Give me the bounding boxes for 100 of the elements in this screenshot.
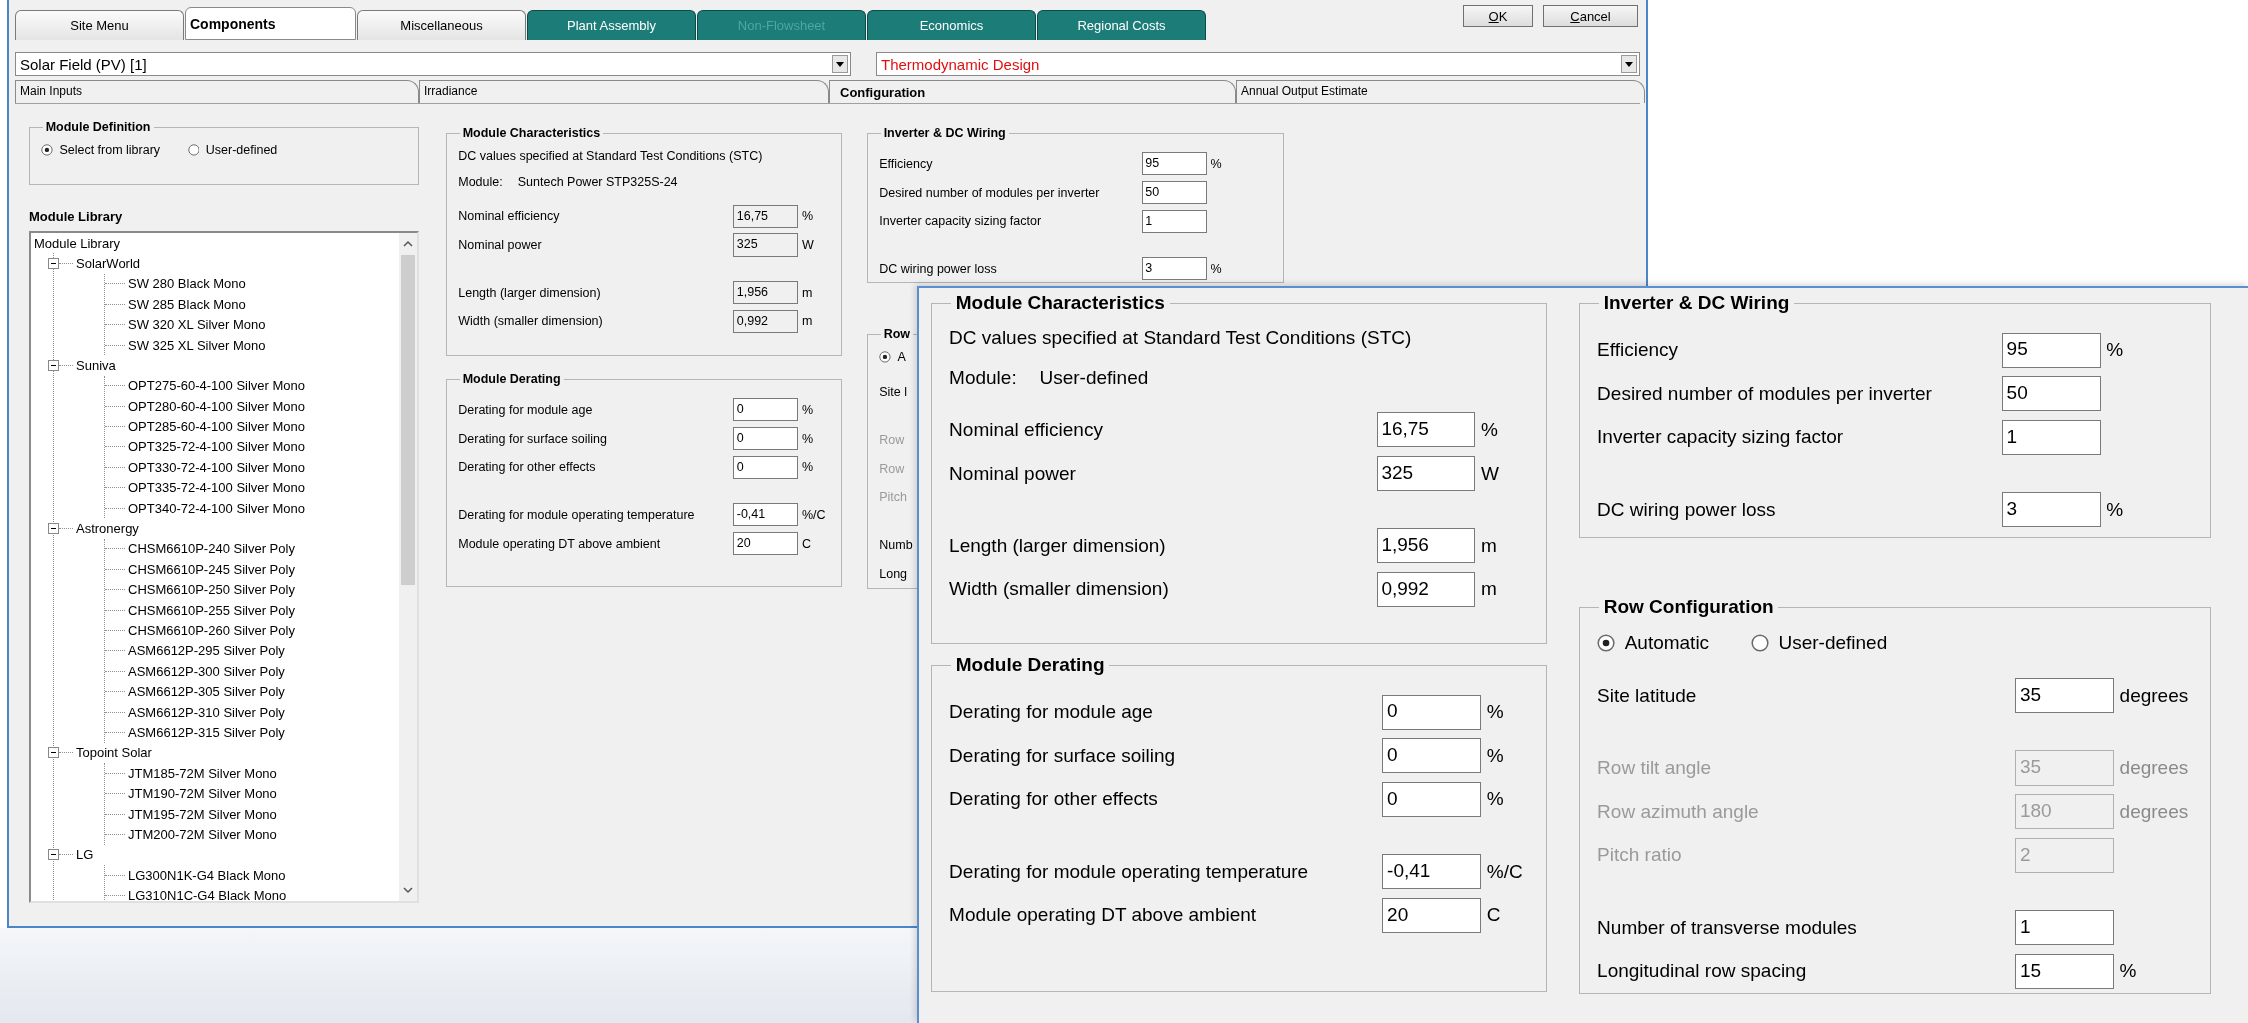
tree-view[interactable] (29, 230, 419, 903)
menu-tab[interactable]: Regional Costs (1037, 10, 1206, 40)
sub-tab[interactable]: Irradiance (419, 80, 829, 103)
tree-item[interactable]: JTM200-72M Silver Mono (128, 826, 277, 842)
tree-item[interactable]: Astronergy (76, 521, 139, 537)
tree-item[interactable]: CHSM6610P-260 Silver Poly (128, 623, 295, 638)
input-field[interactable]: 1 (2001, 419, 2101, 455)
radio-option[interactable]: A (879, 350, 906, 365)
tree-item[interactable]: JTM195-72M Silver Mono (128, 806, 277, 822)
input-field[interactable]: 0,992 (733, 309, 799, 333)
input-field[interactable]: 1 (1141, 209, 1207, 233)
dialog-button[interactable]: OK (1463, 5, 1533, 27)
input-field[interactable]: 0 (1382, 738, 1482, 774)
collapse-icon[interactable] (48, 359, 59, 371)
group-title: Row Configuration (1602, 596, 1775, 618)
dialog-button[interactable]: Cancel (1543, 5, 1638, 27)
menu-tab[interactable]: Site Menu (15, 10, 184, 40)
field-label: Number of transverse modules (1597, 916, 1857, 939)
input-field[interactable]: 0 (733, 426, 799, 451)
input-field[interactable]: 0,992 (1376, 571, 1476, 607)
tree-item[interactable]: OPT325-72-4-100 Silver Mono (128, 439, 306, 455)
field-label: Module operating DT above ambient (458, 536, 661, 551)
radio-option[interactable]: User-defined (1750, 631, 1888, 654)
component-dropdown[interactable]: Solar Field (PV) [1] (15, 52, 851, 76)
input-field[interactable]: 20 (733, 531, 799, 556)
radio-option[interactable]: Select from library (41, 143, 161, 158)
tree-item[interactable]: OPT275-60-4-100 Silver Mono (128, 378, 306, 394)
tree-item[interactable]: Topoint Solar (76, 745, 152, 761)
scroll-down-icon[interactable] (402, 886, 414, 894)
input-field[interactable]: 16,75 (733, 204, 799, 228)
radio-option[interactable]: Automatic (1597, 631, 1710, 654)
tree-item[interactable]: ASM6612P-295 Silver Poly (128, 643, 285, 659)
tree-item[interactable]: ASM6612P-300 Silver Poly (128, 663, 285, 679)
scrollbar[interactable] (399, 232, 417, 901)
sub-tab[interactable]: Annual Output Estimate (1236, 80, 1645, 103)
input-field[interactable]: 1,956 (1376, 528, 1476, 564)
menu-tab[interactable]: Components (185, 7, 356, 40)
input-field[interactable]: 325 (1376, 455, 1476, 492)
tree-item[interactable]: LG300N1K-G4 Black Mono (128, 867, 286, 883)
input-field[interactable]: 0 (733, 455, 799, 479)
input-field[interactable]: 3 (1141, 257, 1207, 281)
tree-item[interactable]: OPT335-72-4-100 Silver Mono (128, 480, 306, 496)
sub-tab[interactable]: Configuration (829, 80, 1236, 103)
input-field[interactable]: 3 (2001, 492, 2101, 528)
group-title: Module Derating (461, 372, 562, 386)
field-label: Inverter capacity sizing factor (879, 214, 1042, 229)
menu-tab[interactable]: Miscellaneous (357, 10, 526, 40)
collapse-icon[interactable] (48, 849, 59, 861)
tree-item[interactable]: SW 285 Black Mono (128, 296, 246, 312)
input-field[interactable]: 20 (1382, 897, 1482, 933)
input-field[interactable]: 325 (733, 233, 799, 257)
tree-item[interactable]: LG310N1C-G4 Black Mono (128, 888, 287, 901)
sub-tab[interactable]: Main Inputs (15, 80, 419, 103)
tree-item[interactable]: Module Library (34, 235, 120, 251)
unit-label: C (801, 536, 813, 551)
tree-item[interactable]: SW 320 XL Silver Mono (128, 317, 266, 333)
input-field[interactable]: 0 (1382, 781, 1482, 817)
collapse-icon[interactable] (48, 257, 59, 269)
tree-item[interactable]: SolarWorld (76, 255, 141, 271)
group-title: Inverter & DC Wiring (882, 126, 1007, 140)
tree-item[interactable]: OPT330-72-4-100 Silver Mono (128, 459, 306, 475)
input-field[interactable]: 35 (2015, 678, 2114, 714)
tree-item[interactable]: SW 280 Black Mono (128, 276, 246, 292)
menu-tab[interactable]: Plant Assembly (527, 10, 696, 40)
tree-item[interactable]: OPT340-72-4-100 Silver Mono (128, 500, 306, 516)
input-field[interactable]: -0,41 (1382, 854, 1482, 890)
tree-item[interactable]: ASM6612P-310 Silver Poly (128, 704, 285, 720)
input-field[interactable]: 16,75 (1376, 412, 1476, 448)
input-field[interactable]: 1 (2015, 910, 2114, 946)
design-mode-dropdown[interactable]: Thermodynamic Design (876, 52, 1640, 76)
tree-item[interactable]: Suniva (76, 357, 116, 373)
tree-item[interactable]: ASM6612P-315 Silver Poly (128, 724, 285, 740)
collapse-icon[interactable] (48, 747, 59, 759)
tree-item[interactable]: CHSM6610P-250 Silver Poly (128, 582, 295, 598)
tree-item[interactable]: LG (76, 847, 94, 863)
tree-item[interactable]: JTM185-72M Silver Mono (128, 765, 277, 781)
tree-item[interactable]: SW 325 XL Silver Mono (128, 337, 266, 353)
tree-item[interactable]: CHSM6610P-245 Silver Poly (128, 561, 295, 577)
input-field[interactable]: 95 (1141, 152, 1207, 176)
tree-item[interactable]: OPT285-60-4-100 Silver Mono (128, 419, 306, 435)
input-field[interactable]: 50 (1141, 180, 1207, 205)
input-field[interactable]: -0,41 (733, 503, 799, 527)
tree-item[interactable]: JTM190-72M Silver Mono (128, 786, 277, 802)
input-field[interactable]: 0 (1382, 694, 1482, 730)
scroll-up-icon[interactable] (402, 239, 414, 248)
tree-item[interactable]: OPT280-60-4-100 Silver Mono (128, 398, 306, 414)
field-label: Long (879, 566, 908, 581)
collapse-icon[interactable] (48, 523, 59, 535)
input-field[interactable]: 1,956 (733, 280, 799, 305)
scrollbar-thumb[interactable] (401, 254, 415, 585)
field-label: Desired number of modules per inverter (879, 185, 1100, 200)
input-field[interactable]: 50 (2001, 376, 2101, 412)
input-field[interactable]: 15 (2015, 953, 2114, 989)
radio-option[interactable]: User-defined (187, 143, 278, 158)
tree-item[interactable]: CHSM6610P-240 Silver Poly (128, 541, 295, 557)
input-field[interactable]: 0 (733, 398, 799, 422)
tree-item[interactable]: ASM6612P-305 Silver Poly (128, 684, 285, 700)
tree-item[interactable]: CHSM6610P-255 Silver Poly (128, 602, 295, 618)
menu-tab[interactable]: Economics (867, 10, 1036, 40)
input-field[interactable]: 95 (2001, 332, 2101, 368)
